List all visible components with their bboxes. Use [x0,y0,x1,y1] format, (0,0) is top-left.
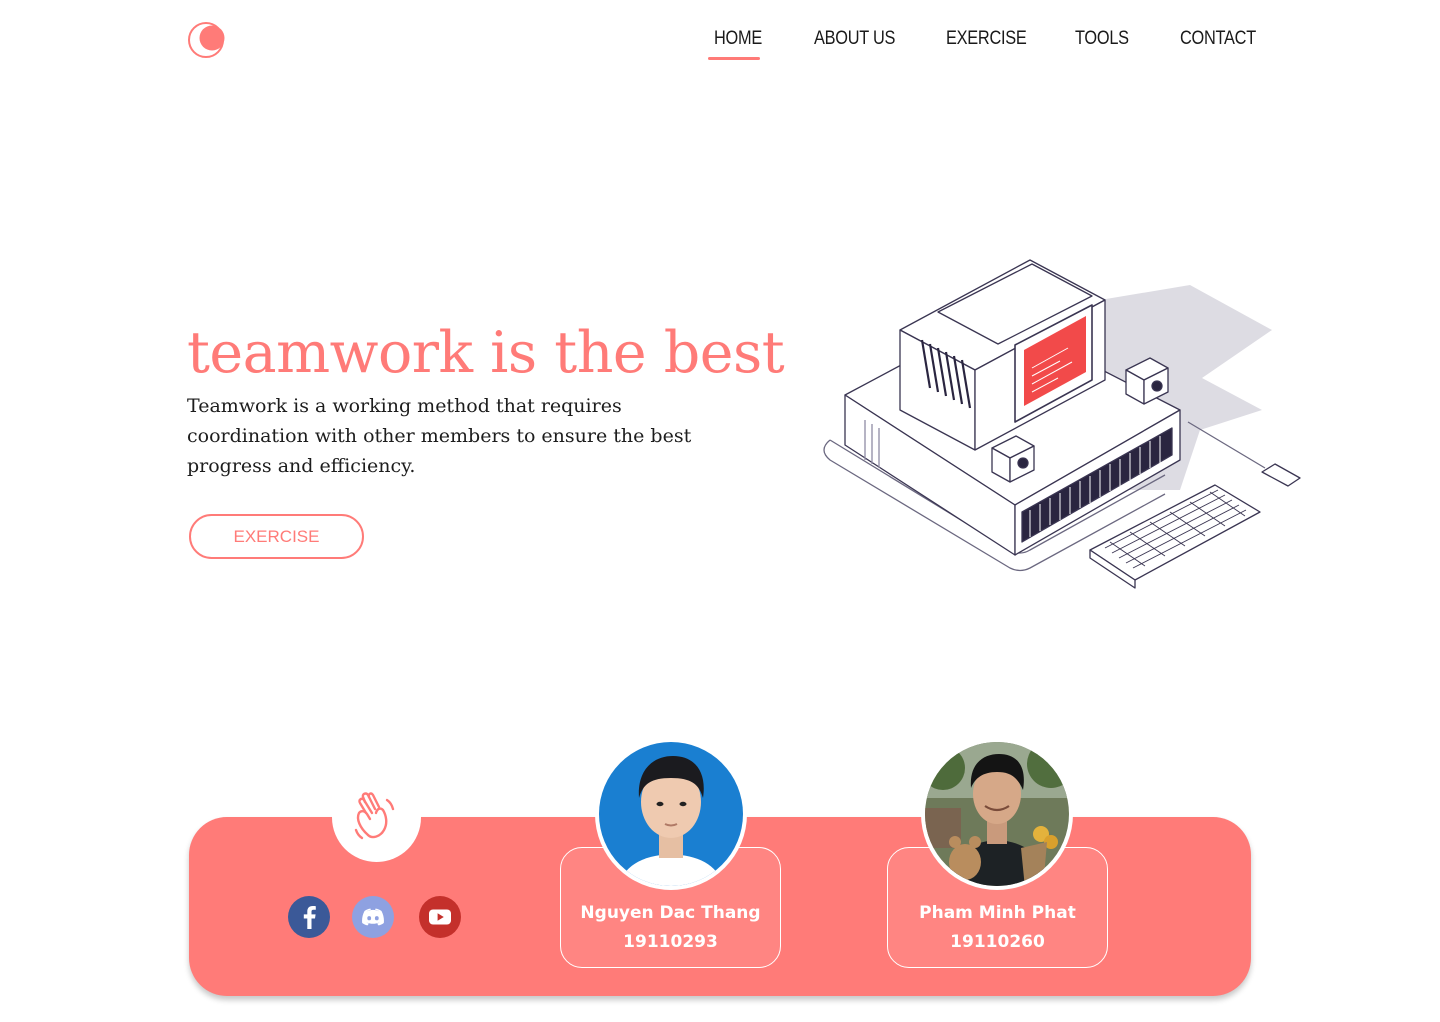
nav-about-us[interactable]: ABOUT US [814,26,895,52]
discord-link[interactable] [352,896,394,938]
youtube-link[interactable] [419,896,461,938]
discord-icon [362,908,384,926]
exercise-button[interactable]: EXERCISE [189,514,364,559]
facebook-icon [303,906,316,929]
avatar [921,738,1073,890]
waving-hand-icon [354,792,395,840]
computer-illustration [810,250,1310,595]
member-id: 19110260 [950,932,1045,952]
hero-title: teamwork is the best [187,320,785,386]
member-id: 19110293 [623,932,718,952]
youtube-icon [429,909,451,925]
nav-exercise[interactable]: EXERCISE [946,26,1027,52]
nav-contact[interactable]: CONTACT [1180,26,1256,52]
facebook-link[interactable] [288,896,330,938]
nav-active-indicator [708,57,760,60]
nav-home[interactable]: HOME [714,26,762,52]
nav-tools[interactable]: TOOLS [1075,26,1129,52]
avatar [595,738,747,890]
page: HOME ABOUT US EXERCISE TOOLS CONTACT tea… [0,0,1440,1022]
logo-icon[interactable] [187,21,227,59]
member-name: Pham Minh Phat [919,903,1076,923]
member-name: Nguyen Dac Thang [580,903,761,923]
waving-hand-badge [332,773,421,862]
hero-description: Teamwork is a working method that requir… [187,395,692,477]
